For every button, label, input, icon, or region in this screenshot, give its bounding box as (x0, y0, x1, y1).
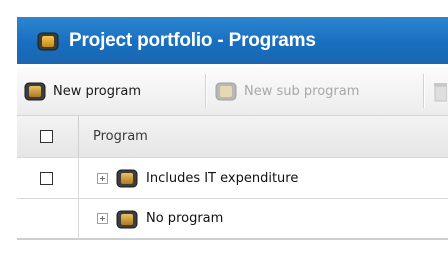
program-folder-icon (24, 82, 46, 101)
program-name-link[interactable]: No program (146, 211, 223, 226)
row-checkbox[interactable] (40, 171, 53, 185)
program-column-header[interactable]: Program (79, 116, 448, 157)
trash-icon (434, 83, 447, 102)
program-column-label: Program (93, 129, 148, 144)
row-check-cell (17, 158, 79, 198)
row-content: No program (79, 199, 448, 238)
new-sub-program-label: New sub program (244, 83, 360, 99)
toolbar: New program New sub program (17, 66, 448, 116)
program-folder-icon (116, 169, 138, 188)
toolbar-separator (423, 74, 425, 108)
programs-grid: Program Includes IT expenditure No progr… (17, 116, 448, 240)
toolbar-separator (205, 74, 207, 108)
grid-header-row: Program (17, 116, 448, 158)
window-title: Project portfolio - Programs (69, 29, 316, 51)
delete-button[interactable] (433, 77, 447, 105)
program-folder-icon (215, 82, 237, 101)
program-folder-icon (116, 210, 138, 228)
row-content: Includes IT expenditure (79, 158, 448, 198)
row-check-cell (17, 199, 79, 238)
program-folder-icon (37, 32, 59, 50)
expand-icon[interactable] (97, 213, 108, 224)
select-all-checkbox[interactable] (40, 130, 53, 143)
expand-icon[interactable] (97, 172, 108, 184)
table-row[interactable]: No program (17, 199, 448, 240)
title-bar: Project portfolio - Programs (17, 17, 448, 64)
new-sub-program-button[interactable]: New sub program (215, 77, 359, 105)
program-name-link[interactable]: Includes IT expenditure (146, 171, 298, 186)
select-all-cell (17, 116, 79, 157)
table-row[interactable]: Includes IT expenditure (17, 158, 448, 199)
new-program-label: New program (53, 83, 141, 99)
new-program-button[interactable]: New program (24, 77, 141, 105)
